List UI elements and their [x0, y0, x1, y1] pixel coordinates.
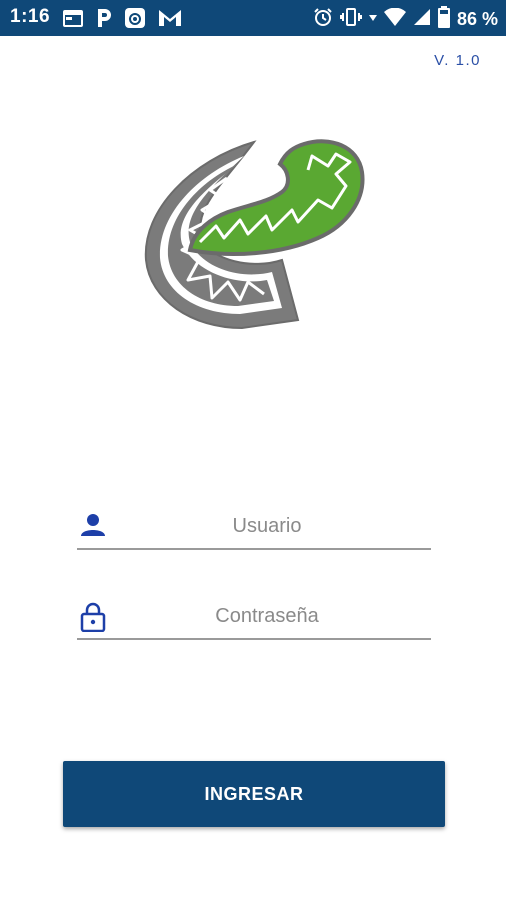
battery-percentage: 86 % [456, 9, 498, 29]
signal-icon [413, 8, 431, 31]
status-time: 1:16 [10, 6, 51, 27]
status-bar: 1:16 86 % [0, 0, 506, 36]
calendar-icon [62, 8, 84, 33]
username-input[interactable] [117, 508, 417, 544]
password-underline [77, 638, 431, 640]
password-input[interactable] [117, 598, 417, 634]
status-notification-icons [62, 7, 182, 34]
battery-icon [437, 6, 450, 33]
username-field[interactable] [77, 500, 431, 550]
vibrate-icon [339, 7, 362, 32]
status-system-icons: 86 % [313, 6, 498, 33]
wifi-icon [383, 7, 406, 31]
gmail-icon [158, 8, 182, 33]
lock-icon [80, 602, 106, 633]
camera-icon [124, 7, 146, 34]
user-icon [80, 512, 106, 542]
app-logo [132, 130, 372, 340]
app-version: V. 1.0 [434, 52, 481, 69]
parking-icon [96, 8, 112, 33]
login-button[interactable]: INGRESAR [63, 761, 445, 827]
password-field[interactable] [77, 590, 431, 640]
alarm-icon [313, 7, 333, 32]
data-arrow-icon [368, 7, 377, 32]
username-underline [77, 548, 431, 550]
